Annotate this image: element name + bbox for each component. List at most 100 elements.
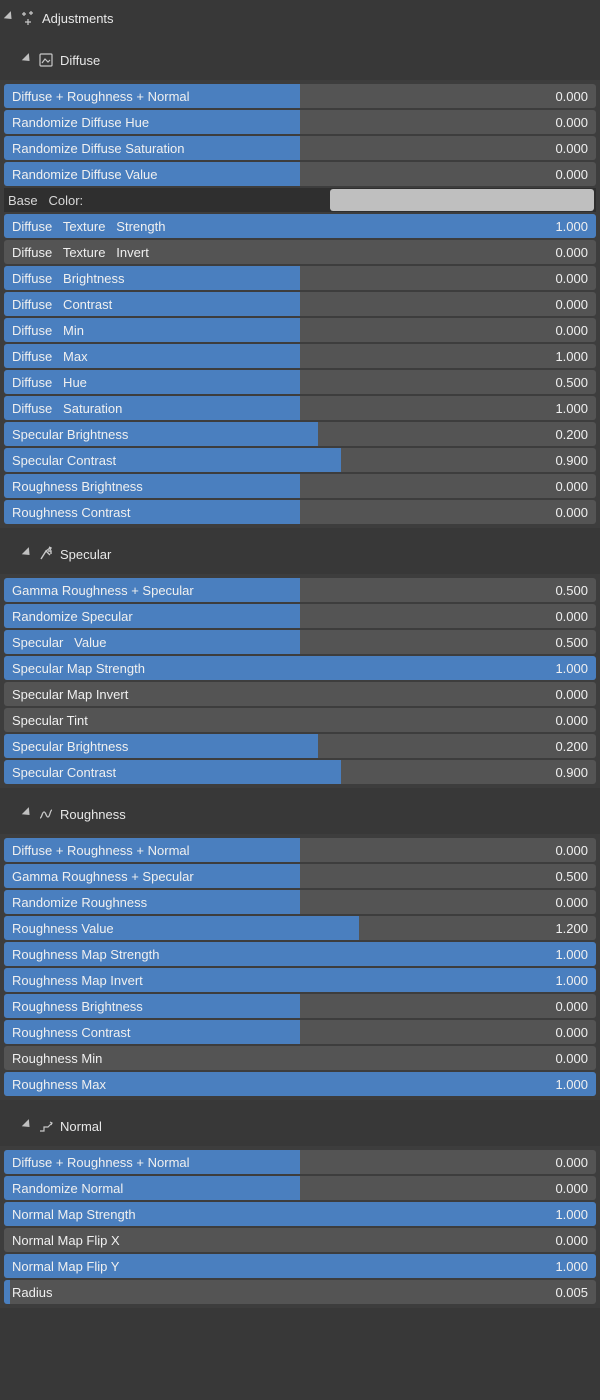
- diffuse-slider[interactable]: Randomize Diffuse Value0.000: [4, 162, 596, 186]
- roughness-slider[interactable]: Roughness Contrast0.000: [4, 1020, 596, 1044]
- slider-label: Specular Map Strength: [12, 656, 145, 680]
- roughness-slider[interactable]: Roughness Value1.200: [4, 916, 596, 940]
- slider-value: 0.500: [555, 578, 588, 602]
- diffuse-slider[interactable]: Roughness Contrast 0.000: [4, 500, 596, 524]
- diffuse-slider[interactable]: Diffuse Hue0.500: [4, 370, 596, 394]
- specular-slider[interactable]: Specular Map Invert0.000: [4, 682, 596, 706]
- diffuse-slider[interactable]: Diffuse + Roughness + Normal0.000: [4, 84, 596, 108]
- slider-label: Roughness Contrast: [12, 1020, 131, 1044]
- diffuse-slider[interactable]: Diffuse Brightness0.000: [4, 266, 596, 290]
- slider-label: Roughness Map Invert: [12, 968, 143, 992]
- slider-value: 0.900: [555, 448, 588, 472]
- base-color-label: Base Color:: [4, 193, 330, 208]
- specular-slider[interactable]: Specular Contrast 0.900: [4, 760, 596, 784]
- normal-slider[interactable]: Diffuse + Roughness + Normal0.000: [4, 1150, 596, 1174]
- diffuse-slider[interactable]: Diffuse Max1.000: [4, 344, 596, 368]
- roughness-slider[interactable]: Gamma Roughness + Specular0.500: [4, 864, 596, 888]
- slider-value: 0.000: [555, 1176, 588, 1200]
- normal-slider[interactable]: Radius0.005: [4, 1280, 596, 1304]
- roughness-header[interactable]: Roughness: [0, 798, 600, 830]
- specular-header[interactable]: Specular: [0, 538, 600, 570]
- normal-slider[interactable]: Normal Map Strength 1.000: [4, 1202, 596, 1226]
- roughness-slider[interactable]: Roughness Min0.000: [4, 1046, 596, 1070]
- diffuse-slider[interactable]: Roughness Brightness0.000: [4, 474, 596, 498]
- chevron-down-icon: [22, 55, 32, 65]
- roughness-slider[interactable]: Randomize Roughness 0.000: [4, 890, 596, 914]
- normal-slider[interactable]: Normal Map Flip Y1.000: [4, 1254, 596, 1278]
- roughness-slider[interactable]: Roughness Brightness0.000: [4, 994, 596, 1018]
- slider-value: 1.000: [555, 1202, 588, 1226]
- slider-label: Roughness Map Strength: [12, 942, 159, 966]
- roughness-slider[interactable]: Diffuse + Roughness + Normal0.000: [4, 838, 596, 862]
- slider-label: Specular Brightness: [12, 734, 128, 758]
- diffuse-slider[interactable]: Specular Brightness0.200: [4, 422, 596, 446]
- slider-label: Specular Contrast: [12, 448, 116, 472]
- slider-value: 0.000: [555, 708, 588, 732]
- base-color-row: Base Color:: [4, 188, 596, 212]
- roughness-title: Roughness: [60, 807, 126, 822]
- arrow-bounce-icon: [38, 546, 54, 562]
- slider-value: 0.000: [555, 110, 588, 134]
- slider-value: 1.000: [555, 214, 588, 238]
- slider-label: Roughness Contrast: [12, 500, 131, 524]
- chevron-down-icon: [22, 549, 32, 559]
- slider-label: Diffuse + Roughness + Normal: [12, 1150, 190, 1174]
- diffuse-slider[interactable]: Diffuse Contrast0.000: [4, 292, 596, 316]
- slider-value: 0.005: [555, 1280, 588, 1304]
- diffuse-slider[interactable]: Specular Contrast 0.900: [4, 448, 596, 472]
- specular-slider[interactable]: Gamma Roughness + Specular 0.500: [4, 578, 596, 602]
- diffuse-slider[interactable]: Randomize Diffuse Saturation0.000: [4, 136, 596, 160]
- slider-value: 0.500: [555, 864, 588, 888]
- diffuse-slider[interactable]: Diffuse Min0.000: [4, 318, 596, 342]
- slider-label: Diffuse Brightness: [12, 266, 124, 290]
- slider-value: 0.500: [555, 630, 588, 654]
- normal-ramp-icon: [38, 1118, 54, 1134]
- specular-slider[interactable]: Specular Map Strength1.000: [4, 656, 596, 680]
- slider-value: 0.900: [555, 760, 588, 784]
- slider-label: Diffuse + Roughness + Normal: [12, 84, 190, 108]
- slider-label: Gamma Roughness + Specular: [12, 578, 194, 602]
- chevron-down-icon: [22, 809, 32, 819]
- base-color-swatch[interactable]: [330, 189, 594, 211]
- normal-slider[interactable]: Normal Map Flip X0.000: [4, 1228, 596, 1252]
- chevron-down-icon: [4, 13, 14, 23]
- diffuse-title: Diffuse: [60, 53, 100, 68]
- image-frame-icon: [38, 52, 54, 68]
- diffuse-slider[interactable]: Diffuse Saturation1.000: [4, 396, 596, 420]
- diffuse-slider[interactable]: Randomize Diffuse Hue 0.000: [4, 110, 596, 134]
- sparkle-icon: [20, 10, 36, 26]
- slider-value: 0.000: [555, 500, 588, 524]
- slider-label: Diffuse Contrast: [12, 292, 112, 316]
- specular-slider[interactable]: Specular Brightness 0.200: [4, 734, 596, 758]
- slider-label: Diffuse Hue: [12, 370, 87, 394]
- slider-label: Randomize Specular: [12, 604, 133, 628]
- slider-value: 0.000: [555, 162, 588, 186]
- slider-label: Randomize Diffuse Hue: [12, 110, 149, 134]
- slider-value: 0.000: [555, 1046, 588, 1070]
- slider-label: Randomize Roughness: [12, 890, 147, 914]
- slider-value: 0.000: [555, 240, 588, 264]
- specular-body: Gamma Roughness + Specular0.500Randomize…: [0, 574, 600, 788]
- roughness-slider[interactable]: Roughness Map Invert1.000: [4, 968, 596, 992]
- slider-label: Specular Tint: [12, 708, 88, 732]
- normal-title: Normal: [60, 1119, 102, 1134]
- diffuse-header[interactable]: Diffuse: [0, 44, 600, 76]
- slider-value: 0.000: [555, 682, 588, 706]
- roughness-slider[interactable]: Roughness Map Strength1.000: [4, 942, 596, 966]
- diffuse-slider[interactable]: Diffuse Texture Strength1.000: [4, 214, 596, 238]
- slider-label: Diffuse Saturation: [12, 396, 122, 420]
- slider-label: Normal Map Strength: [12, 1202, 136, 1226]
- specular-slider[interactable]: Randomize Specular0.000: [4, 604, 596, 628]
- roughness-slider[interactable]: Roughness Max1.000: [4, 1072, 596, 1096]
- specular-slider[interactable]: Specular Tint 0.000: [4, 708, 596, 732]
- normal-slider[interactable]: Randomize Normal0.000: [4, 1176, 596, 1200]
- specular-slider[interactable]: Specular Value0.500: [4, 630, 596, 654]
- slider-label: Roughness Value: [12, 916, 114, 940]
- slider-label: Specular Contrast: [12, 760, 116, 784]
- adjustments-header[interactable]: Adjustments: [0, 0, 600, 34]
- normal-body: Diffuse + Roughness + Normal0.000Randomi…: [0, 1146, 600, 1308]
- normal-header[interactable]: Normal: [0, 1110, 600, 1142]
- diffuse-slider[interactable]: Diffuse Texture Invert0.000: [4, 240, 596, 264]
- slider-value: 0.000: [555, 890, 588, 914]
- slider-value: 0.200: [555, 734, 588, 758]
